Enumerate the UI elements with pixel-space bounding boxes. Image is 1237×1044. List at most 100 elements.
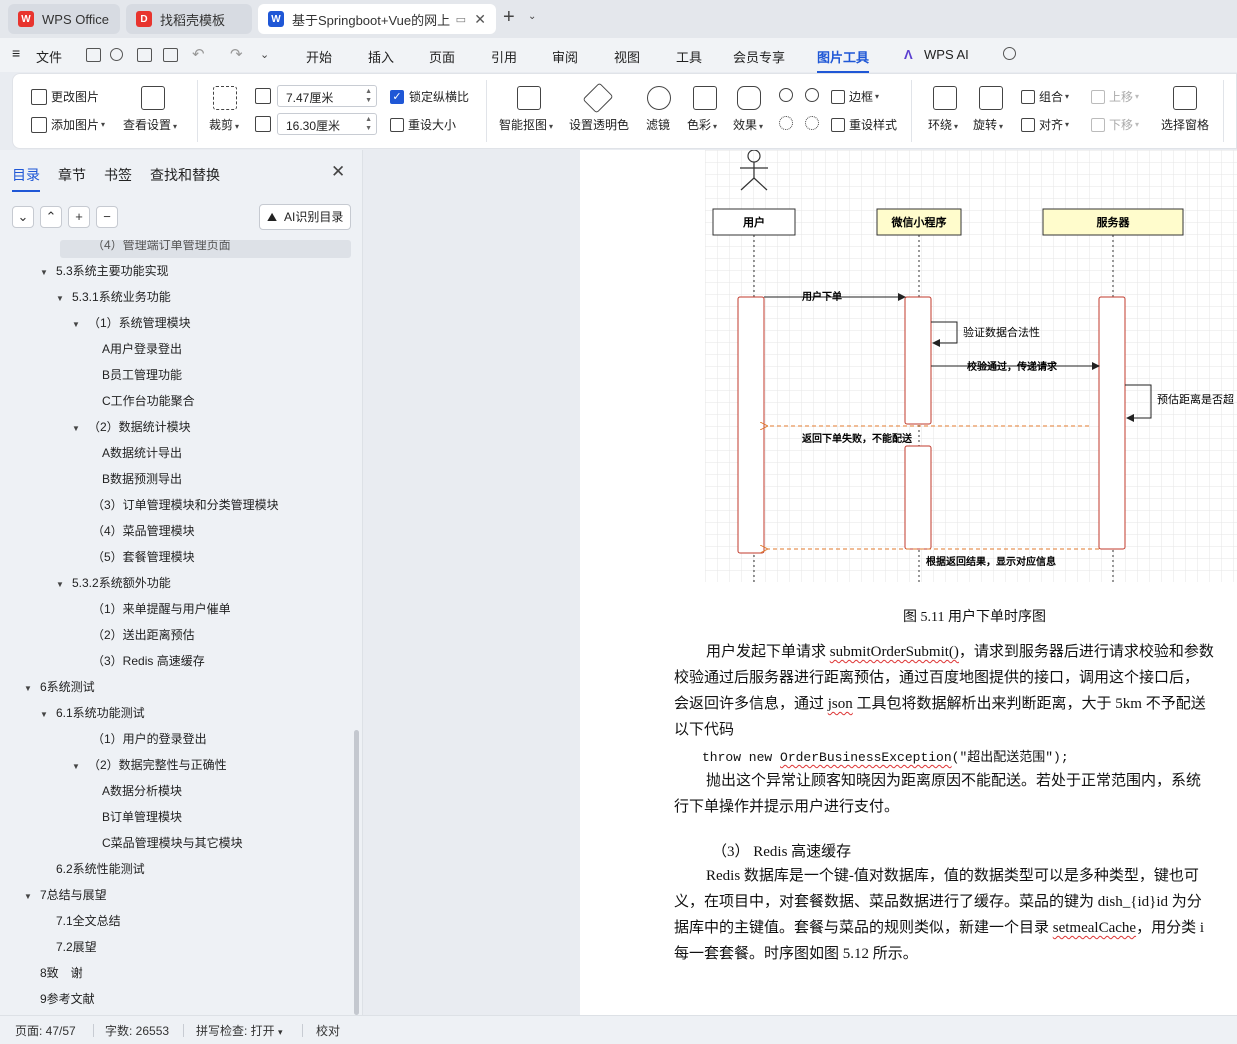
wrap-button[interactable]: 环绕 ▾ [928,116,958,133]
reset-size-button[interactable]: 重设大小 [390,116,456,133]
tab-wps-office[interactable]: W WPS Office [8,4,120,34]
tab-find-replace[interactable]: 查找和替换 [150,165,220,185]
menu-member[interactable]: 会员专享 [733,47,785,66]
search-icon[interactable] [1003,47,1016,60]
expand-triangle-icon[interactable]: ▼ [56,294,68,303]
new-tab-icon[interactable]: + [503,6,515,29]
expand-triangle-icon[interactable]: ▼ [56,580,68,589]
tab-chapters[interactable]: 章节 [58,165,86,185]
brightness-up-icon[interactable] [779,88,793,102]
toc-item[interactable]: B订单管理模块 [102,808,182,825]
move-up-button[interactable]: 上移 ▾ [1091,88,1139,105]
toc-item[interactable]: （1）来单提醒与用户催单 [92,600,231,617]
toc-item[interactable]: 6.2系统性能测试 [56,860,145,877]
toc-item[interactable]: ▼ 6系统测试 [24,678,95,695]
contrast-down-icon[interactable] [805,116,819,130]
toc-item[interactable]: （5）套餐管理模块 [92,548,195,565]
ai-toc-button[interactable]: AI识别目录 [259,204,351,230]
expand-triangle-icon[interactable]: ▼ [24,892,36,901]
brightness-down-icon[interactable] [779,116,793,130]
chevron-down-icon[interactable]: ⌄ [528,11,536,22]
toc-item[interactable]: A用户登录登出 [102,340,182,357]
toc-item[interactable]: B员工管理功能 [102,366,182,383]
toc-item[interactable]: （2）送出距离预估 [92,626,195,643]
menu-picture-tools[interactable]: 图片工具 [817,47,870,73]
stepper-arrows-icon[interactable]: ▲ ▼ [365,115,372,133]
page-count[interactable]: 页面: 47/57 [15,1022,76,1039]
width-input[interactable]: 7.47厘米 ▲ ▼ [277,85,377,107]
reset-style-button[interactable]: 重设样式 [831,116,897,133]
toc-item[interactable]: （4）管理端订单管理页面 [92,240,231,253]
color-button[interactable]: 色彩 ▾ [687,116,717,133]
export-icon[interactable] [110,48,123,61]
border-button[interactable]: 边框 ▾ [831,88,879,105]
toc-item[interactable]: C菜品管理模块与其它模块 [102,834,243,851]
expand-triangle-icon[interactable]: ▼ [40,710,52,719]
remove-icon[interactable]: − [96,206,118,228]
toc-item[interactable]: ▼ 5.3系统主要功能实现 [40,262,169,279]
toc-item[interactable]: B数据预测导出 [102,470,182,487]
hamburger-icon[interactable]: ≡ [12,45,20,61]
undo-icon[interactable]: ↶ [192,45,205,63]
toc-item[interactable]: （3）订单管理模块和分类管理模块 [92,496,279,513]
view-settings-button[interactable]: 查看设置 ▾ [123,116,177,133]
tab-document[interactable]: W 基于Springboot+Vue的网上 ▭ ✕ [258,4,496,34]
expand-triangle-icon[interactable]: ▼ [72,424,84,433]
tab-toc[interactable]: 目录 [12,165,40,192]
toc-item[interactable]: A数据统计导出 [102,444,182,461]
save-icon[interactable] [86,48,101,62]
print-preview-icon[interactable] [163,48,178,62]
toc-item[interactable]: ▼ 7总结与展望 [24,886,107,903]
align-button[interactable]: 对齐 ▾ [1021,116,1069,133]
toc-item[interactable]: ▼ （1）系统管理模块 [72,314,191,331]
document-page[interactable]: 用户 微信小程序 服务器 用户下单 验证数据合法性 校验通过，传递请求 预估距离… [580,150,1237,1015]
toc-item[interactable]: ▼ 5.3.1系统业务功能 [56,288,171,305]
monitor-icon[interactable]: ▭ [456,13,466,26]
set-transparent-button[interactable]: 设置透明色 [569,116,629,133]
close-icon[interactable]: ✕ [331,162,345,182]
toc-item[interactable]: ▼ 6.1系统功能测试 [40,704,145,721]
toc-item[interactable]: ▼ （2）数据统计模块 [72,418,191,435]
menu-start[interactable]: 开始 [306,47,332,66]
effect-button[interactable]: 效果 ▾ [733,116,763,133]
document-area[interactable]: 用户 微信小程序 服务器 用户下单 验证数据合法性 校验通过，传递请求 预估距离… [364,150,1237,1015]
toc-item[interactable]: 9参考文献 [40,990,95,1007]
menu-insert[interactable]: 插入 [368,47,394,66]
proofread[interactable]: 校对 [316,1022,340,1039]
menu-file[interactable]: 文件 [36,47,62,66]
change-image-button[interactable]: 更改图片 [31,88,99,105]
toc-item[interactable]: 7.1全文总结 [56,912,121,929]
more-chevron-icon[interactable]: ⌄ [260,48,269,61]
expand-down-icon[interactable]: ⌄ [12,206,34,228]
toc-item[interactable]: 7.2展望 [56,938,97,955]
toc-item[interactable]: （3）Redis 高速缓存 [92,652,205,669]
expand-triangle-icon[interactable]: ▼ [24,684,36,693]
toc-item[interactable]: ▼ （2）数据完整性与正确性 [72,756,227,773]
collapse-up-icon[interactable]: ⌃ [40,206,62,228]
toc-item[interactable]: （4）菜品管理模块 [92,522,195,539]
expand-triangle-icon[interactable]: ▼ [72,320,84,329]
menu-review[interactable]: 审阅 [552,47,578,66]
height-input[interactable]: 16.30厘米 ▲ ▼ [277,113,377,135]
sequence-diagram-image[interactable]: 用户 微信小程序 服务器 用户下单 验证数据合法性 校验通过，传递请求 预估距离… [705,150,1237,582]
spell-check[interactable]: 拼写检查: 打开 ▾ [196,1022,283,1039]
tab-template[interactable]: D 找稻壳模板 [126,4,252,34]
select-pane-button[interactable]: 选择窗格 [1161,116,1209,133]
tab-bookmarks[interactable]: 书签 [104,165,132,185]
toc-item[interactable]: 8致 谢 [40,964,83,981]
menu-page[interactable]: 页面 [429,47,455,66]
redo-icon[interactable]: ↷ [230,45,243,63]
expand-triangle-icon[interactable]: ▼ [72,762,84,771]
toc-item[interactable]: ▼ 5.3.2系统额外功能 [56,574,171,591]
menu-view[interactable]: 视图 [614,47,640,66]
stepper-arrows-icon[interactable]: ▲ ▼ [365,87,372,105]
scrollbar[interactable] [354,730,359,1015]
crop-button[interactable]: 裁剪 ▾ [209,116,239,133]
menu-reference[interactable]: 引用 [491,47,517,66]
print-icon[interactable] [137,48,152,62]
toc-item[interactable]: C工作台功能聚合 [102,392,195,409]
contrast-icon[interactable] [805,88,819,102]
group-button[interactable]: 组合 ▾ [1021,88,1069,105]
move-down-button[interactable]: 下移 ▾ [1091,116,1139,133]
smart-cutout-button[interactable]: 智能抠图 ▾ [499,116,553,133]
